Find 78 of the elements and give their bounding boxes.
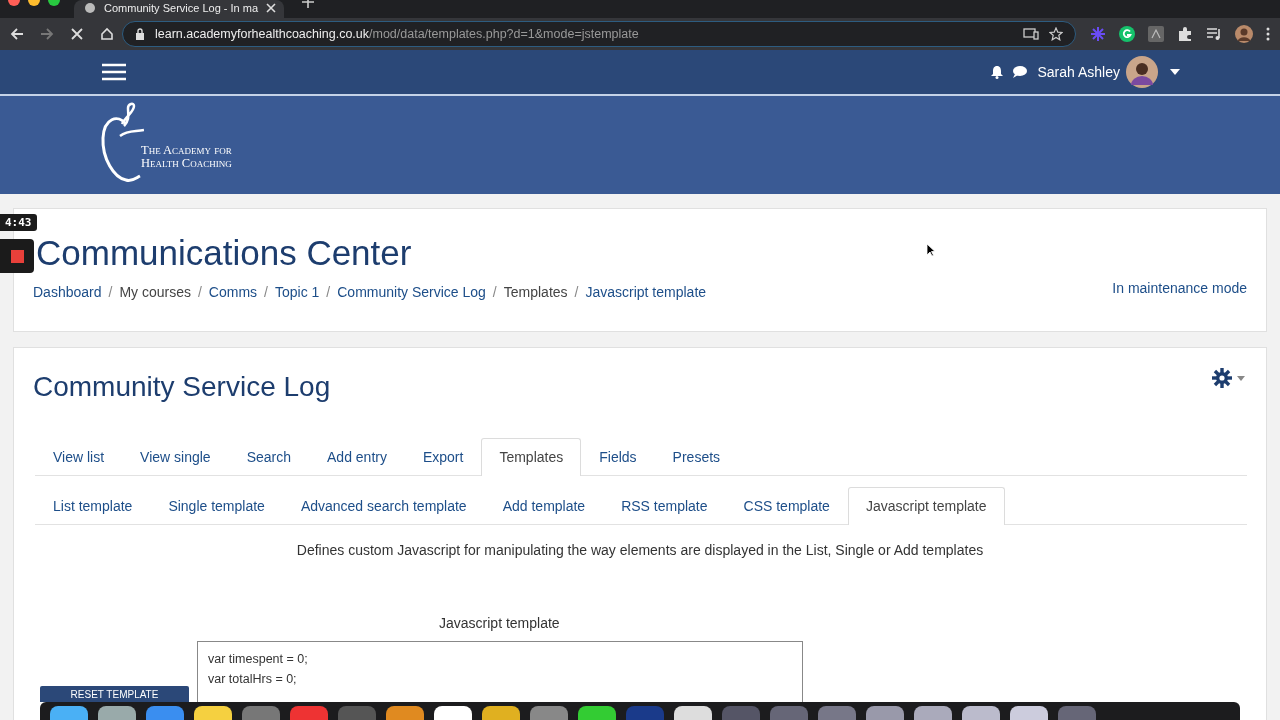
maintenance-status[interactable]: In maintenance mode — [1112, 280, 1247, 296]
stop-recording-button[interactable] — [0, 239, 34, 273]
user-name[interactable]: Sarah Ashley — [1037, 64, 1120, 80]
lock-icon — [135, 28, 145, 40]
puzzle-icon[interactable] — [1177, 26, 1193, 42]
url-text: learn.academyforhealthcoaching.co.uk/mod/data/templates.php?d=1&mode=jstemplate — [155, 27, 639, 41]
breadcrumb-separator: / — [108, 284, 113, 300]
app-icon[interactable] — [386, 706, 424, 720]
tab[interactable]: View list — [35, 438, 123, 476]
close-icon[interactable] — [266, 3, 277, 13]
activity-title: Community Service Log — [33, 370, 332, 403]
bell-icon[interactable] — [989, 65, 1004, 79]
tab[interactable]: Single template — [150, 487, 283, 525]
tab-title: Community Service Log - In ma — [104, 2, 259, 14]
gear-icon[interactable] — [1212, 368, 1232, 388]
reset-template-button[interactable]: RESET TEMPLATE — [40, 686, 189, 702]
tab[interactable]: Add template — [484, 487, 604, 525]
breadcrumb-separator: / — [574, 284, 579, 300]
loading-icon — [84, 2, 96, 14]
code-line: var totalHrs = 0; — [208, 670, 298, 688]
breadcrumb-link[interactable]: Comms — [208, 284, 258, 300]
cast-icon[interactable] — [1023, 28, 1039, 40]
tab[interactable]: Search — [228, 438, 309, 476]
tab[interactable]: View single — [122, 438, 229, 476]
app-icon[interactable] — [962, 706, 1000, 720]
tab[interactable]: Presets — [654, 438, 739, 476]
breadcrumb-separator: / — [264, 284, 268, 300]
caret-icon[interactable] — [1170, 69, 1180, 75]
breadcrumb-separator: / — [492, 284, 497, 300]
academy-logo-text: The Academy for Health Coaching — [141, 144, 232, 170]
breadcrumb-link[interactable]: Dashboard — [33, 284, 102, 300]
breadcrumb-item: My courses — [119, 284, 191, 300]
breadcrumb-link[interactable]: Community Service Log — [337, 284, 486, 300]
back-icon[interactable] — [10, 27, 24, 41]
close-icon[interactable] — [70, 27, 84, 41]
tab[interactable]: Add entry — [309, 438, 405, 476]
tab[interactable]: Fields — [581, 438, 655, 476]
tab[interactable]: Export — [404, 438, 482, 476]
forward-icon[interactable] — [40, 27, 54, 41]
app-icon[interactable] — [1010, 706, 1048, 720]
tab[interactable]: Advanced search template — [282, 487, 485, 525]
breadcrumb-item: Templates — [503, 284, 568, 300]
app-icon[interactable] — [482, 706, 520, 720]
address-field[interactable]: learn.academyforhealthcoaching.co.uk/mod/data/templates.php?d=1&mode=jstemplate — [122, 21, 1076, 47]
tab[interactable]: CSS template — [725, 487, 848, 525]
description-text: Defines custom Javascript for manipulating the way elements are displayed in the List, Single or Add templates — [295, 542, 985, 558]
star-icon[interactable] — [1049, 27, 1063, 41]
menu-icon[interactable] — [102, 63, 126, 81]
letter-circle-icon[interactable] — [1119, 26, 1135, 42]
breadcrumb-link[interactable]: Topic 1 — [275, 284, 320, 300]
editor-label: Javascript template — [439, 615, 561, 631]
app-icon[interactable] — [578, 706, 616, 720]
recording-timer: 4:43 — [0, 214, 37, 231]
document-icon[interactable] — [1148, 26, 1164, 42]
cursor-icon — [926, 243, 936, 257]
chat-icon[interactable] — [1011, 65, 1028, 79]
tab[interactable]: Templates — [481, 438, 582, 476]
avatar-icon[interactable] — [1235, 25, 1253, 43]
app-icon[interactable] — [50, 706, 88, 720]
app-icon[interactable] — [914, 706, 952, 720]
breadcrumb-separator: / — [326, 284, 331, 300]
course-title: Communications Center — [35, 233, 412, 273]
browser-tab[interactable]: Community Service Log - In ma — [74, 0, 284, 18]
playlist-icon[interactable] — [1206, 26, 1222, 42]
app-icon[interactable] — [674, 706, 712, 720]
code-line: var timespent = 0; — [208, 651, 309, 668]
breadcrumb-separator: / — [197, 284, 202, 300]
app-icon[interactable] — [434, 706, 472, 720]
tab[interactable]: RSS template — [603, 487, 726, 525]
home-icon[interactable] — [100, 27, 114, 41]
tab[interactable]: Javascript template — [847, 487, 1005, 525]
app-icon[interactable] — [98, 706, 136, 720]
app-icon[interactable] — [866, 706, 904, 720]
avatar-icon[interactable] — [1126, 56, 1158, 88]
tab[interactable]: List template — [35, 487, 151, 525]
breadcrumb-link[interactable]: Javascript template — [585, 284, 707, 300]
more-icon[interactable] — [1266, 27, 1270, 41]
app-icon[interactable] — [194, 706, 232, 720]
